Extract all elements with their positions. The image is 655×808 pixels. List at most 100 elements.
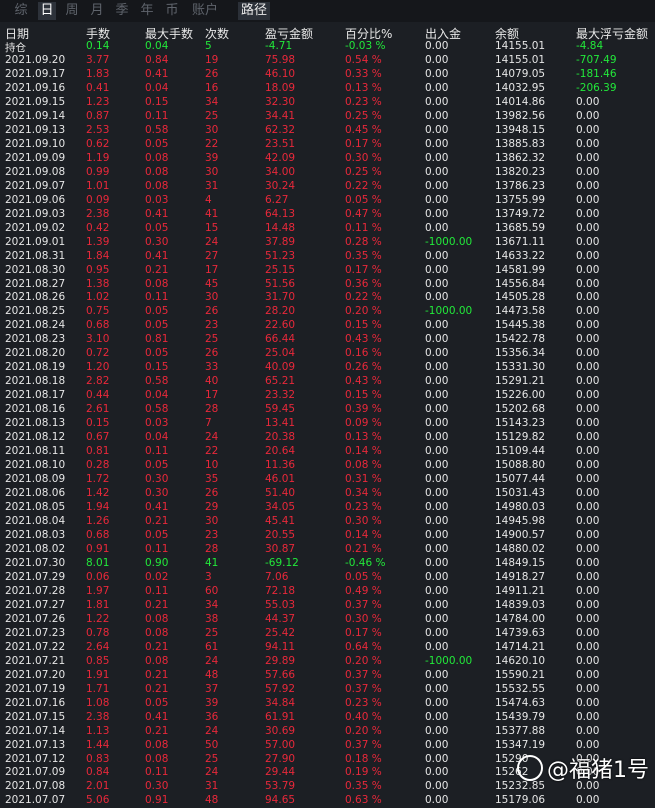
cell-pnl: 34.05	[265, 501, 296, 513]
tab-week[interactable]: 周	[63, 2, 81, 20]
cell-deposit-withdraw: 0.00	[425, 138, 449, 150]
cell-count: 17	[205, 264, 219, 276]
cell-lots: 1.23	[86, 96, 110, 108]
cell-pnl: 42.09	[265, 152, 296, 164]
cell-pnl: 34.00	[265, 166, 296, 178]
cell-deposit-withdraw: 0.00	[425, 166, 449, 178]
cell-balance: 15226.00	[495, 389, 546, 401]
cell-max-floating-loss: 0.00	[576, 264, 600, 276]
cell-lots: 1.26	[86, 515, 110, 527]
table-row: 2021.08.10 0.28 0.05 10 11.36 0.08 % 0.00 15088…	[0, 459, 655, 473]
cell-count: 34	[205, 599, 219, 611]
cell-max-floating-loss: -4.84	[576, 40, 604, 52]
cell-balance: 15202.68	[495, 403, 546, 415]
cell-max-lots: 0.08	[145, 613, 169, 625]
cell-max-lots: 0.04	[145, 431, 169, 443]
cell-balance: 15031.43	[495, 487, 546, 499]
table-row: 2021.08.30 0.95 0.21 17 25.15 0.17 % 0.00 14581…	[0, 264, 655, 278]
cell-pnl: 20.38	[265, 431, 296, 443]
cell-max-floating-loss: 0.00	[576, 361, 600, 373]
cell-count: 30	[205, 291, 219, 303]
cell-count: 31	[205, 180, 219, 192]
cell-percent: 0.13 %	[345, 431, 382, 443]
table-row: 2021.08.26 1.02 0.11 30 31.70 0.22 % 0.00 14505…	[0, 291, 655, 305]
cell-max-floating-loss: 0.00	[576, 222, 600, 234]
cell-count: 23	[205, 529, 219, 541]
cell-max-lots: 0.11	[145, 766, 169, 778]
cell-date: 2021.07.28	[5, 585, 66, 597]
cell-percent: 0.23 %	[345, 96, 382, 108]
table-row: 2021.09.14 0.87 0.11 25 34.41 0.25 % 0.00 13982…	[0, 110, 655, 124]
cell-max-lots: 0.21	[145, 683, 169, 695]
cell-max-floating-loss: 0.00	[576, 278, 600, 290]
cell-deposit-withdraw: -1000.00	[425, 305, 473, 317]
cell-pnl: 25.15	[265, 264, 296, 276]
cell-percent: -0.46 %	[345, 557, 386, 569]
table-row: 2021.09.13 2.53 0.58 30 62.32 0.45 % 0.00 13948…	[0, 124, 655, 138]
table-row: 2021.07.27 1.81 0.21 34 55.03 0.37 % 0.00 14839…	[0, 599, 655, 613]
tab-quarter[interactable]: 季	[113, 2, 131, 20]
cell-count: 30	[205, 166, 219, 178]
tab-account[interactable]: 账户	[188, 2, 222, 20]
cell-lots: 1.81	[86, 599, 110, 611]
table-row: 2021.09.16 0.41 0.04 16 18.09 0.13 % 0.00 14032…	[0, 82, 655, 96]
cell-percent: 0.14 %	[345, 445, 382, 457]
cell-max-floating-loss: 0.00	[576, 431, 600, 443]
cell-count: 36	[205, 711, 219, 723]
cell-lots: 1.01	[86, 180, 110, 192]
cell-max-lots: 0.41	[145, 501, 169, 513]
cell-max-floating-loss: 0.00	[576, 515, 600, 527]
cell-max-lots: 0.05	[145, 347, 169, 359]
cell-lots: 2.82	[86, 375, 110, 387]
cell-max-floating-loss: 0.00	[576, 152, 600, 164]
cell-pnl: 59.45	[265, 403, 296, 415]
cell-lots: 2.61	[86, 403, 110, 415]
cell-percent: 0.17 %	[345, 138, 382, 150]
cell-lots: 0.14	[86, 40, 110, 52]
cell-lots: 0.85	[86, 655, 110, 667]
cell-balance: 14473.58	[495, 305, 546, 317]
cell-balance: 13885.83	[495, 138, 546, 150]
cell-max-floating-loss: 0.00	[576, 571, 600, 583]
cell-balance: 15077.44	[495, 473, 546, 485]
cell-percent: 0.37 %	[345, 739, 382, 751]
cell-deposit-withdraw: 0.00	[425, 319, 449, 331]
cell-pnl: 45.41	[265, 515, 296, 527]
table-row: 2021.07.15 2.38 0.41 36 61.91 0.40 % 0.00 15439…	[0, 711, 655, 725]
tab-year[interactable]: 年	[138, 2, 156, 20]
cell-percent: 0.23 %	[345, 697, 382, 709]
cell-balance: 13749.72	[495, 208, 546, 220]
cell-percent: 0.36 %	[345, 278, 382, 290]
cell-date: 2021.08.11	[5, 445, 66, 457]
cell-count: 61	[205, 641, 219, 653]
cell-percent: 0.13 %	[345, 82, 382, 94]
cell-deposit-withdraw: 0.00	[425, 739, 449, 751]
tab-path[interactable]: 路径	[238, 2, 270, 20]
cell-percent: 0.35 %	[345, 250, 382, 262]
cell-date: 2021.08.18	[5, 375, 66, 387]
cell-pnl: 34.41	[265, 110, 296, 122]
table-row: 2021.09.09 1.19 0.08 39 42.09 0.30 % 0.00 13862…	[0, 152, 655, 166]
cell-pnl: 55.03	[265, 599, 296, 611]
cell-date: 2021.07.15	[5, 711, 66, 723]
cell-date: 2021.07.12	[5, 753, 66, 765]
cell-count: 23	[205, 319, 219, 331]
cell-date: 2021.09.13	[5, 124, 66, 136]
cell-max-lots: 0.21	[145, 515, 169, 527]
tab-day[interactable]: 日	[38, 2, 56, 20]
cell-deposit-withdraw: 0.00	[425, 627, 449, 639]
cell-pnl: -4.71	[265, 40, 293, 52]
tab-currency[interactable]: 币	[163, 2, 181, 20]
tab-overview[interactable]: 综	[12, 2, 30, 20]
cell-deposit-withdraw: 0.00	[425, 487, 449, 499]
cell-pnl: 66.44	[265, 333, 296, 345]
cell-max-lots: 0.15	[145, 361, 169, 373]
tab-month[interactable]: 月	[88, 2, 106, 20]
table-row: 2021.08.12 0.67 0.04 24 20.38 0.13 % 0.00 15129…	[0, 431, 655, 445]
watermark-text: @福猪1号	[547, 758, 649, 783]
cell-max-lots: 0.21	[145, 599, 169, 611]
cell-date: 2021.08.16	[5, 403, 66, 415]
cell-balance: 15291.21	[495, 375, 546, 387]
cell-max-lots: 0.30	[145, 236, 169, 248]
cell-percent: 0.22 %	[345, 291, 382, 303]
